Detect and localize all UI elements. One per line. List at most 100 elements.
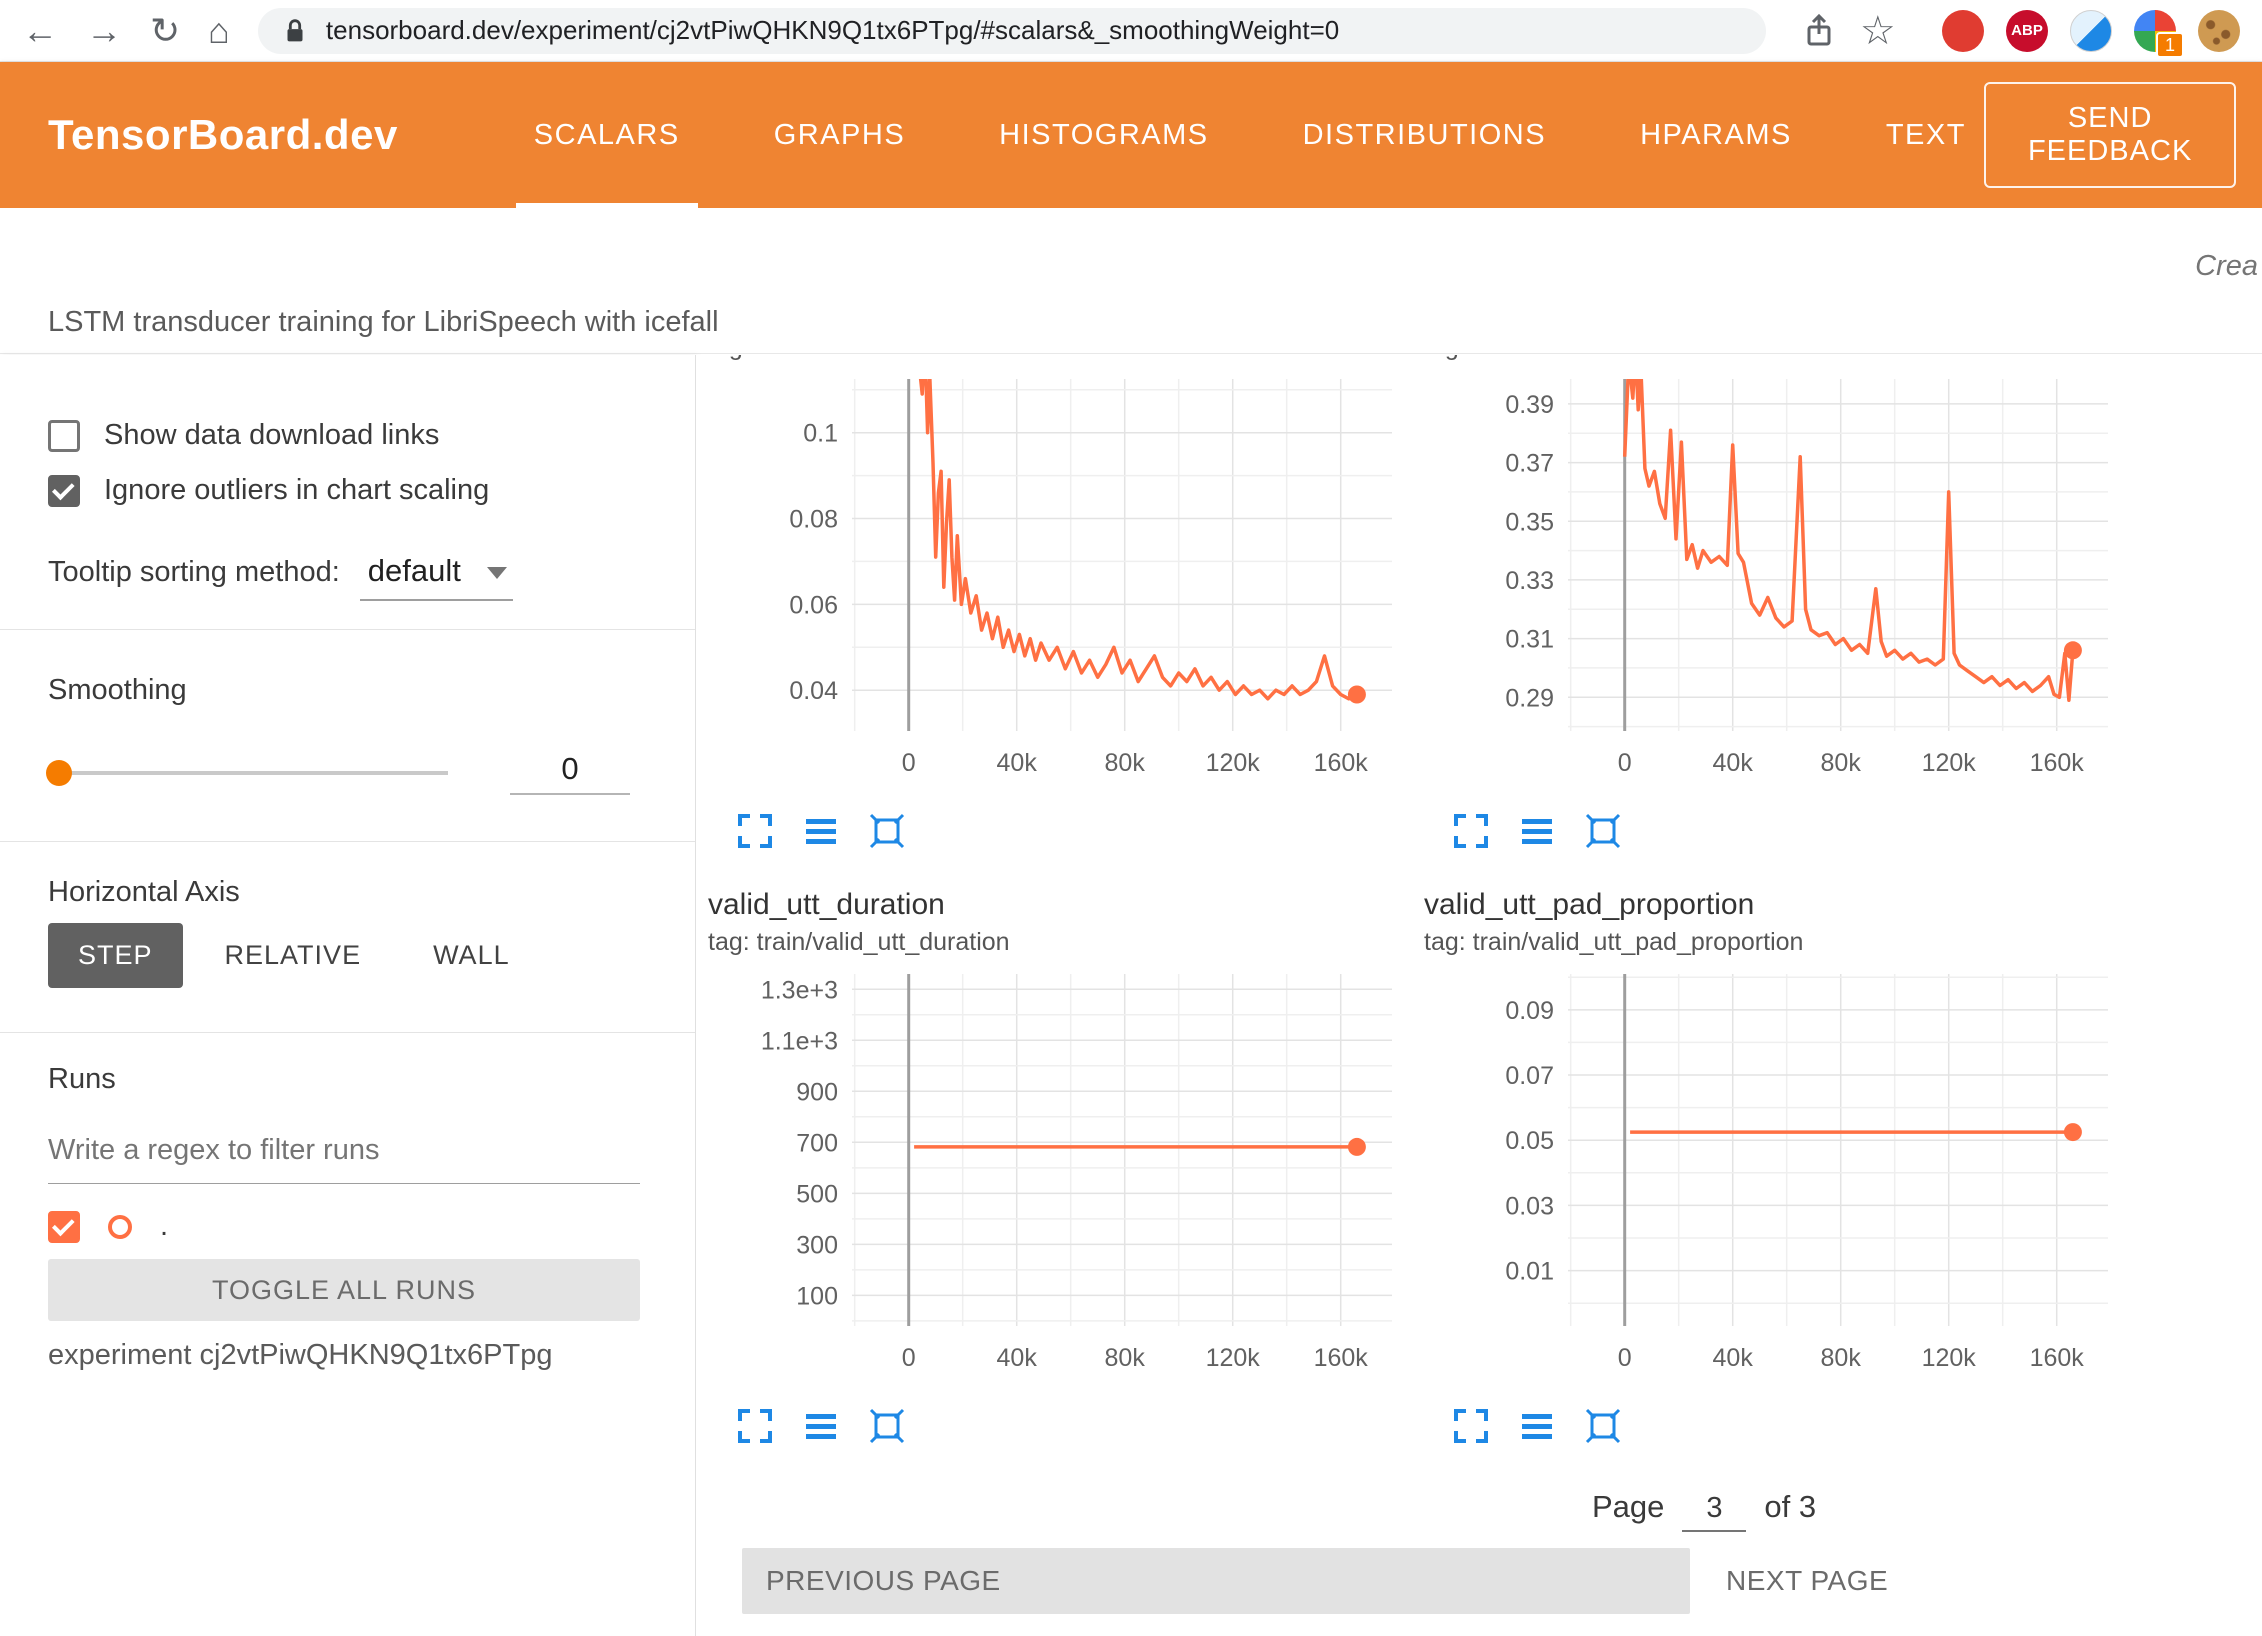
chart-title: valid_utt_pad_proportion	[1418, 888, 2124, 928]
divider	[0, 841, 695, 842]
lock-icon	[280, 16, 310, 46]
svg-text:0.08: 0.08	[789, 506, 838, 534]
svg-text:160k: 160k	[1314, 1344, 1369, 1372]
runs-regex-input[interactable]	[48, 1130, 640, 1184]
charts-area: tag: train/… 0.040.060.080.1040k80k120k1…	[696, 355, 2262, 1636]
cookie-icon[interactable]	[2198, 10, 2240, 52]
axis-relative-button[interactable]: RELATIVE	[195, 923, 392, 988]
chart-tag: tag: train/…	[1418, 355, 2124, 369]
svg-text:300: 300	[796, 1231, 838, 1259]
svg-text:500: 500	[796, 1180, 838, 1208]
svg-text:40k: 40k	[1713, 1344, 1754, 1372]
svg-text:1.3e+3: 1.3e+3	[761, 976, 838, 1004]
expand-chart-icon[interactable]	[1452, 812, 1490, 850]
fit-domain-icon[interactable]	[1584, 812, 1622, 850]
svg-text:0.31: 0.31	[1505, 626, 1554, 654]
tab-scalars[interactable]: SCALARS	[516, 62, 698, 208]
reload-icon[interactable]: ↻	[150, 13, 180, 49]
tab-distributions[interactable]: DISTRIBUTIONS	[1285, 62, 1564, 208]
svg-text:0.1: 0.1	[803, 420, 838, 448]
divider	[0, 629, 695, 630]
profile-avatar-icon[interactable]: 1	[2134, 10, 2176, 52]
smoothing-value-input[interactable]	[510, 751, 630, 795]
created-text: Crea	[2195, 250, 2258, 283]
svg-text:40k: 40k	[997, 1344, 1038, 1372]
scalar-chart[interactable]: 0.290.310.330.350.370.39040k80k120k160k	[1418, 369, 2118, 805]
url-text: tensorboard.dev/experiment/cj2vtPiwQHKN9…	[326, 15, 1339, 46]
url-bar[interactable]: tensorboard.dev/experiment/cj2vtPiwQHKN9…	[258, 8, 1766, 54]
tooltip-sorting-dropdown[interactable]: default	[360, 553, 513, 601]
tensorboard-header: TensorBoard.dev SCALARS GRAPHS HISTOGRAM…	[0, 62, 2262, 208]
toggle-all-runs-button[interactable]: TOGGLE ALL RUNS	[48, 1259, 640, 1321]
scalar-chart[interactable]: 0.010.030.050.070.09040k80k120k160k	[1418, 964, 2118, 1400]
forward-icon[interactable]: →	[86, 13, 122, 49]
svg-text:120k: 120k	[1922, 1344, 1977, 1372]
next-page-button[interactable]: NEXT PAGE	[1726, 1565, 1888, 1597]
expand-chart-icon[interactable]	[736, 812, 774, 850]
expand-chart-icon[interactable]	[1452, 1407, 1490, 1445]
svg-text:0: 0	[902, 749, 916, 777]
chart-tag: tag: train/valid_utt_pad_proportion	[1418, 928, 2124, 964]
fit-domain-icon[interactable]	[868, 1407, 906, 1445]
svg-text:0.37: 0.37	[1505, 450, 1554, 478]
show-download-links-label: Show data download links	[104, 419, 439, 452]
previous-page-button[interactable]: PREVIOUS PAGE	[742, 1548, 1690, 1614]
svg-text:0.09: 0.09	[1505, 997, 1554, 1025]
adblock-icon[interactable]	[1942, 10, 1984, 52]
svg-text:700: 700	[796, 1129, 838, 1157]
tooltip-sorting-label: Tooltip sorting method:	[48, 556, 340, 589]
scalar-chart[interactable]: 0.040.060.080.1040k80k120k160k	[702, 369, 1402, 805]
smoothing-slider-thumb[interactable]	[46, 760, 72, 786]
axis-wall-button[interactable]: WALL	[403, 923, 540, 988]
svg-text:80k: 80k	[1105, 749, 1146, 777]
tab-hparams[interactable]: HPARAMS	[1622, 62, 1810, 208]
smoothing-slider[interactable]	[48, 771, 448, 775]
show-download-links-checkbox[interactable]	[48, 420, 80, 452]
tab-histograms[interactable]: HISTOGRAMS	[981, 62, 1226, 208]
svg-text:0.04: 0.04	[789, 677, 838, 705]
svg-text:0.33: 0.33	[1505, 567, 1554, 595]
run-color-icon[interactable]	[108, 1215, 132, 1239]
ignore-outliers-checkbox[interactable]	[48, 475, 80, 507]
ignore-outliers-label: Ignore outliers in chart scaling	[104, 474, 489, 507]
log-scale-icon[interactable]	[1518, 812, 1556, 850]
fit-domain-icon[interactable]	[868, 812, 906, 850]
log-scale-icon[interactable]	[1518, 1407, 1556, 1445]
svg-text:0.35: 0.35	[1505, 508, 1554, 536]
tab-graphs[interactable]: GRAPHS	[756, 62, 923, 208]
svg-text:0: 0	[1618, 749, 1632, 777]
back-icon[interactable]: ←	[22, 13, 58, 49]
chart-title: valid_utt_duration	[702, 888, 1408, 928]
axis-step-button[interactable]: STEP	[48, 923, 183, 988]
chart-tag: tag: train/…	[702, 355, 1408, 369]
extension-badge: 1	[2156, 32, 2184, 58]
scalar-chart[interactable]: 1003005007009001.1e+31.3e+3040k80k120k16…	[702, 964, 1402, 1400]
tensorboard-logo: TensorBoard.dev	[48, 111, 398, 159]
tensorboard-nav: SCALARS GRAPHS HISTOGRAMS DISTRIBUTIONS …	[516, 62, 1984, 208]
svg-text:40k: 40k	[1713, 749, 1754, 777]
page-number-input[interactable]	[1682, 1492, 1746, 1532]
svg-text:0.07: 0.07	[1505, 1062, 1554, 1090]
bookmark-star-icon[interactable]: ☆	[1860, 11, 1896, 51]
page-label: Page	[1592, 1489, 1664, 1525]
tab-text[interactable]: TEXT	[1868, 62, 1984, 208]
svg-text:160k: 160k	[2030, 1344, 2085, 1372]
fit-domain-icon[interactable]	[1584, 1407, 1622, 1445]
extension-pie-icon[interactable]	[2070, 10, 2112, 52]
svg-text:0: 0	[1618, 1344, 1632, 1372]
settings-sidebar: Show data download links Ignore outliers…	[0, 355, 696, 1636]
experiment-id: experiment cj2vtPiwQHKN9Q1tx6PTpg	[0, 1339, 695, 1372]
log-scale-icon[interactable]	[802, 1407, 840, 1445]
run-checkbox[interactable]	[48, 1211, 80, 1243]
expand-chart-icon[interactable]	[736, 1407, 774, 1445]
chart-card: tag: train/… 0.040.060.080.1040k80k120k1…	[702, 355, 1408, 888]
experiment-subheader: Crea LSTM transducer training for LibriS…	[0, 208, 2262, 354]
send-feedback-button[interactable]: SEND FEEDBACK	[1984, 82, 2236, 188]
svg-text:80k: 80k	[1821, 1344, 1862, 1372]
home-icon[interactable]: ⌂	[208, 13, 230, 49]
abp-icon[interactable]: ABP	[2006, 10, 2048, 52]
svg-text:100: 100	[796, 1282, 838, 1310]
share-icon[interactable]	[1800, 12, 1838, 50]
run-row: .	[0, 1210, 695, 1243]
log-scale-icon[interactable]	[802, 812, 840, 850]
